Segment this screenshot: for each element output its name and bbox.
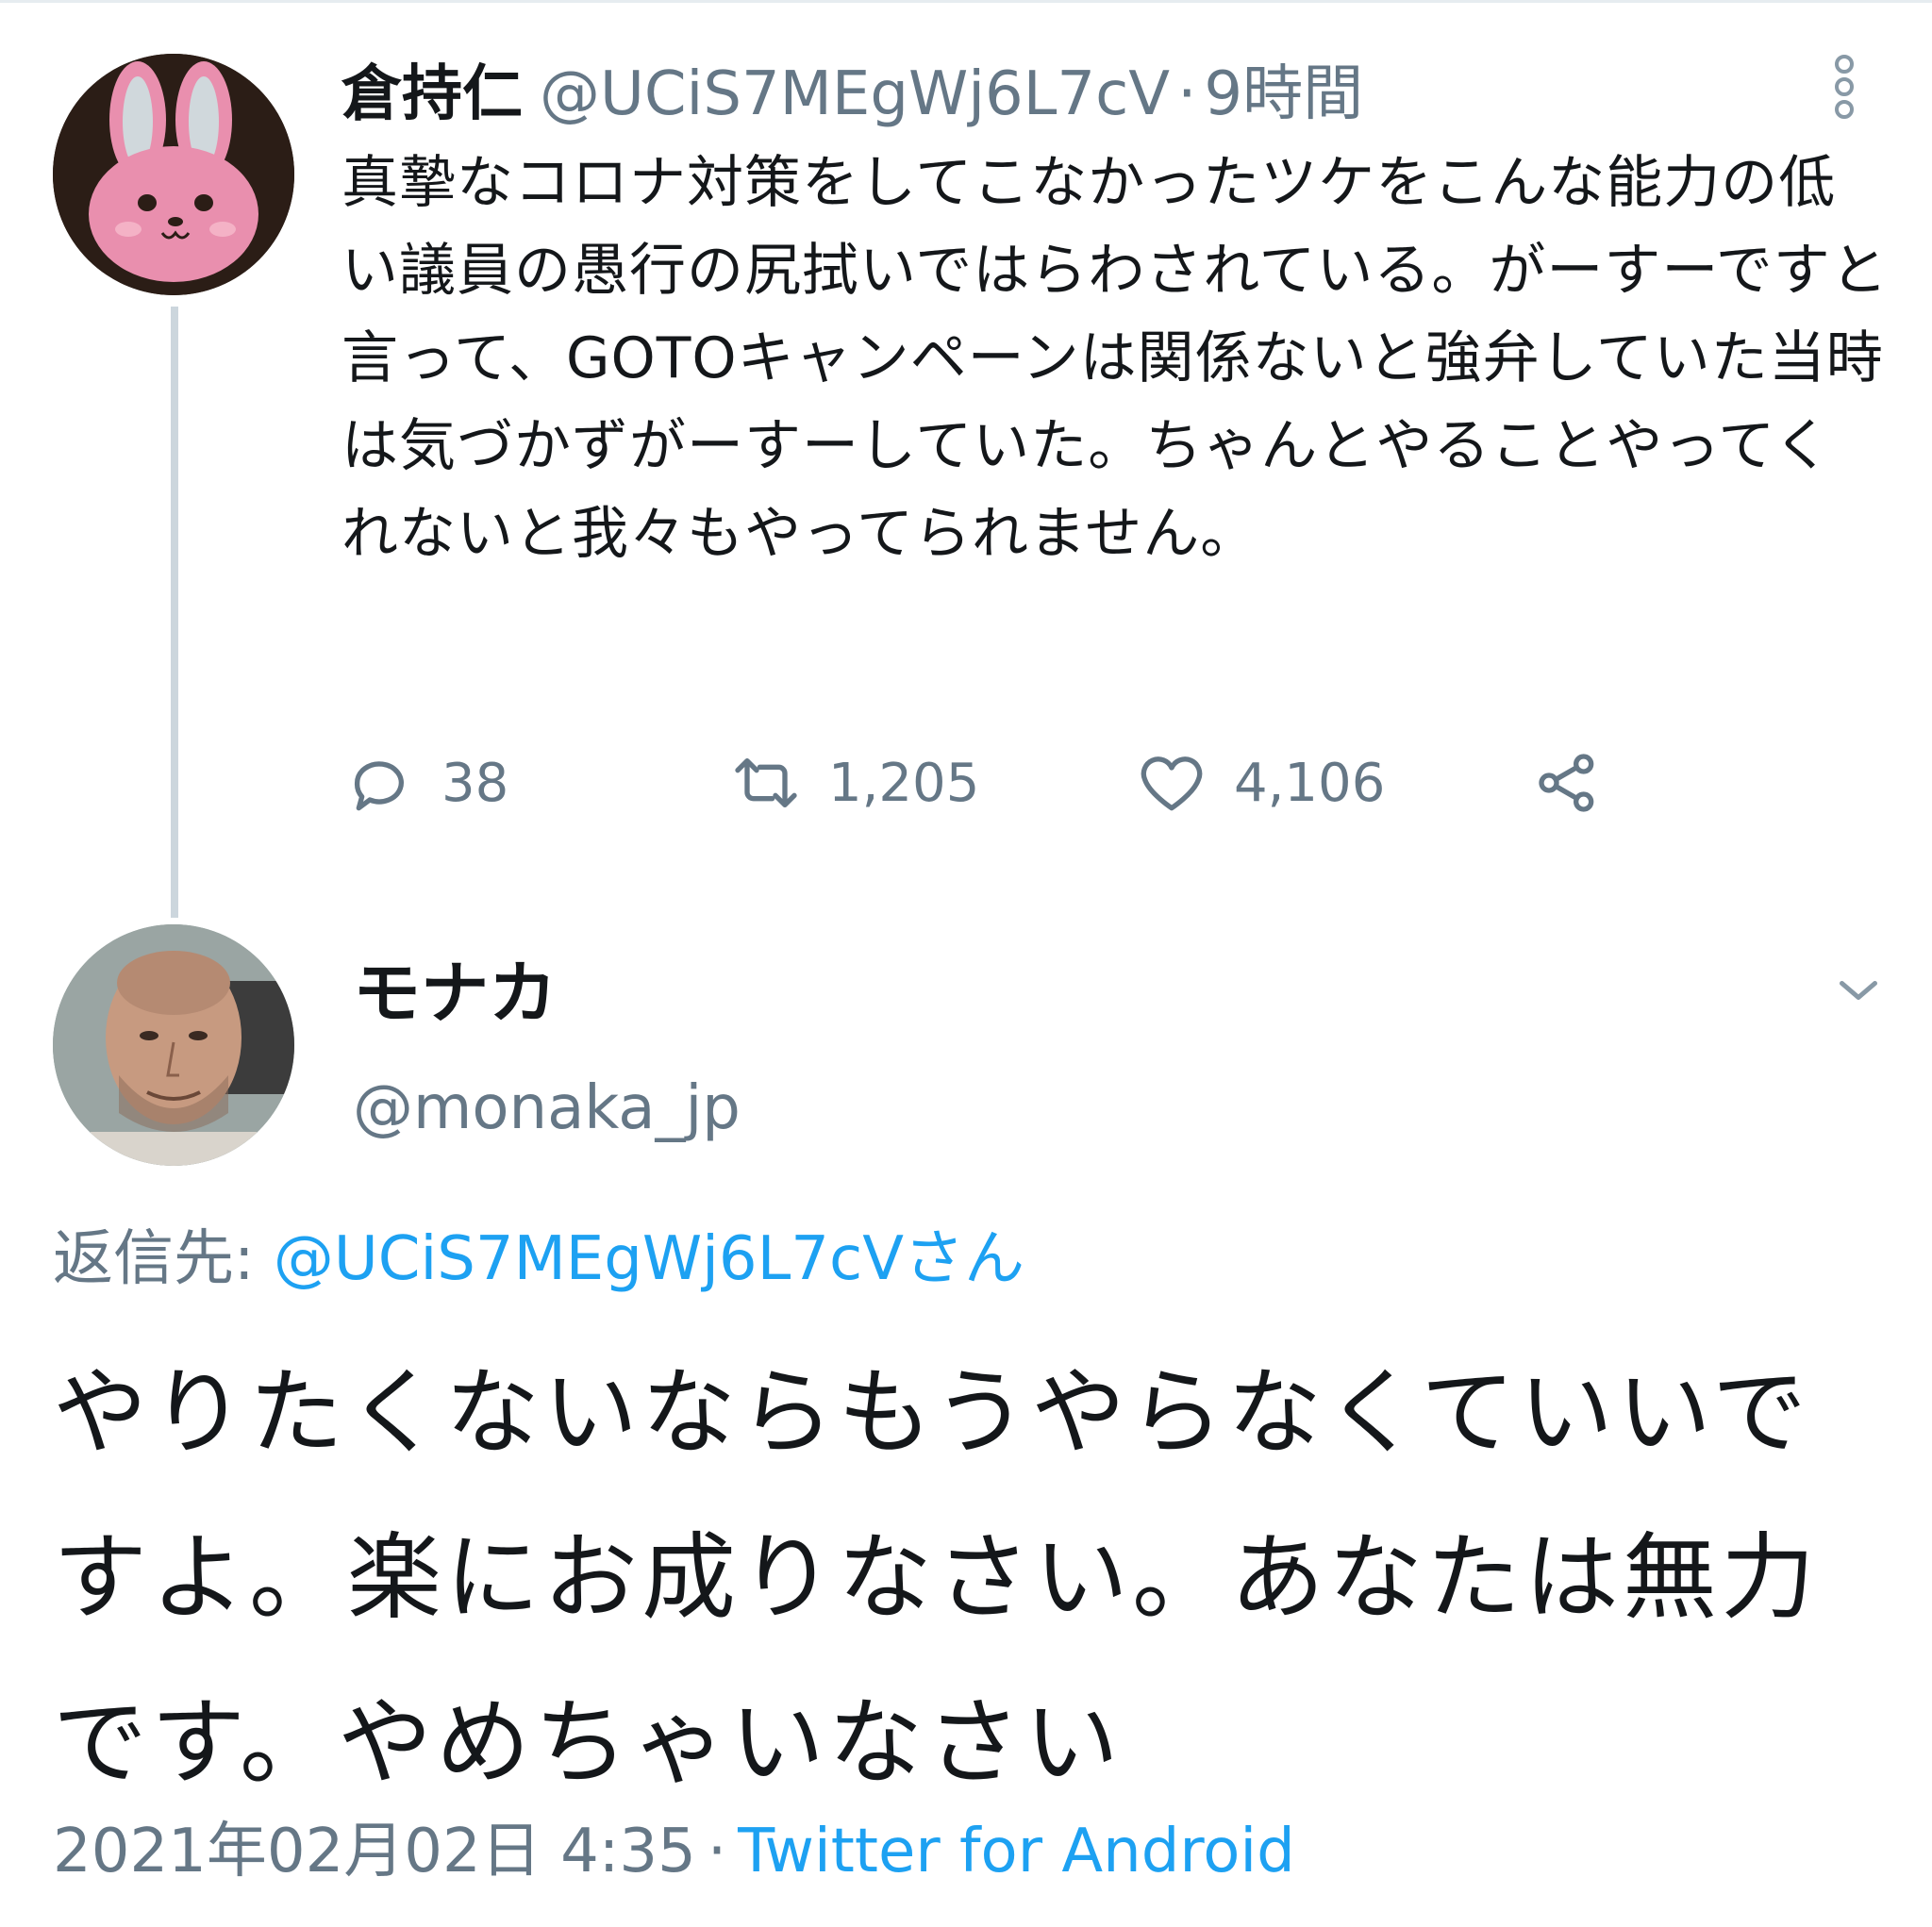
- reply-display-name[interactable]: モナカ: [353, 951, 557, 1036]
- share-button[interactable]: [1530, 745, 1606, 821]
- like-button[interactable]: 4,106: [1134, 745, 1385, 821]
- replying-to-label: 返信先:: [53, 1224, 274, 1294]
- tweet-timestamp[interactable]: 2021年02月02日 4:35: [53, 1817, 696, 1886]
- chevron-down-icon[interactable]: [1830, 962, 1887, 1019]
- tweet-source-link[interactable]: Twitter for Android: [738, 1817, 1295, 1886]
- retweet-button[interactable]: 1,205: [728, 745, 979, 821]
- reply-icon: [354, 761, 404, 811]
- top-divider: [0, 0, 1932, 3]
- reply-button[interactable]: 38: [341, 745, 508, 821]
- reply-count: 38: [441, 752, 509, 814]
- profile-photo-image: [53, 924, 294, 1166]
- parent-display-name[interactable]: 倉持仁: [341, 59, 523, 129]
- parent-handle[interactable]: @UCiS7MEgWj6L7cV: [540, 59, 1170, 129]
- replying-to-link[interactable]: @UCiS7MEgWj6L7cVさん: [274, 1224, 1024, 1294]
- reply-avatar[interactable]: [53, 924, 294, 1166]
- share-icon: [1539, 754, 1594, 812]
- replying-to-line: 返信先: @UCiS7MEgWj6L7cVさん: [53, 1217, 1024, 1302]
- more-vertical-icon[interactable]: [1825, 55, 1863, 121]
- reply-handle[interactable]: @monaka_jp: [353, 1066, 741, 1151]
- parent-time-ago[interactable]: 9時間: [1204, 59, 1363, 129]
- meta-separator: ·: [707, 1817, 727, 1886]
- parent-tweet-text: 真摯なコロナ対策をしてこなかったツケをこんな能力の低い議員の愚行の尻拭いではらわ…: [341, 150, 1889, 567]
- parent-avatar[interactable]: [53, 54, 294, 295]
- thread-connector-line: [171, 307, 178, 918]
- bunny-avatar-image: [53, 54, 294, 295]
- like-count: 4,106: [1234, 752, 1386, 814]
- tweet-meta: 2021年02月02日 4:35 · Twitter for Android: [53, 1809, 1295, 1894]
- retweet-icon: [735, 758, 797, 807]
- reply-tweet-text: やりたくないならもうやらなくていいですよ。楽にお成りなさい。あなたは無力です。や…: [53, 1357, 1819, 1798]
- header-separator: ·: [1177, 59, 1197, 129]
- retweet-count: 1,205: [828, 752, 980, 814]
- like-icon: [1141, 756, 1203, 811]
- parent-tweet-header: 倉持仁 @UCiS7MEgWj6L7cV · 9時間: [341, 57, 1363, 132]
